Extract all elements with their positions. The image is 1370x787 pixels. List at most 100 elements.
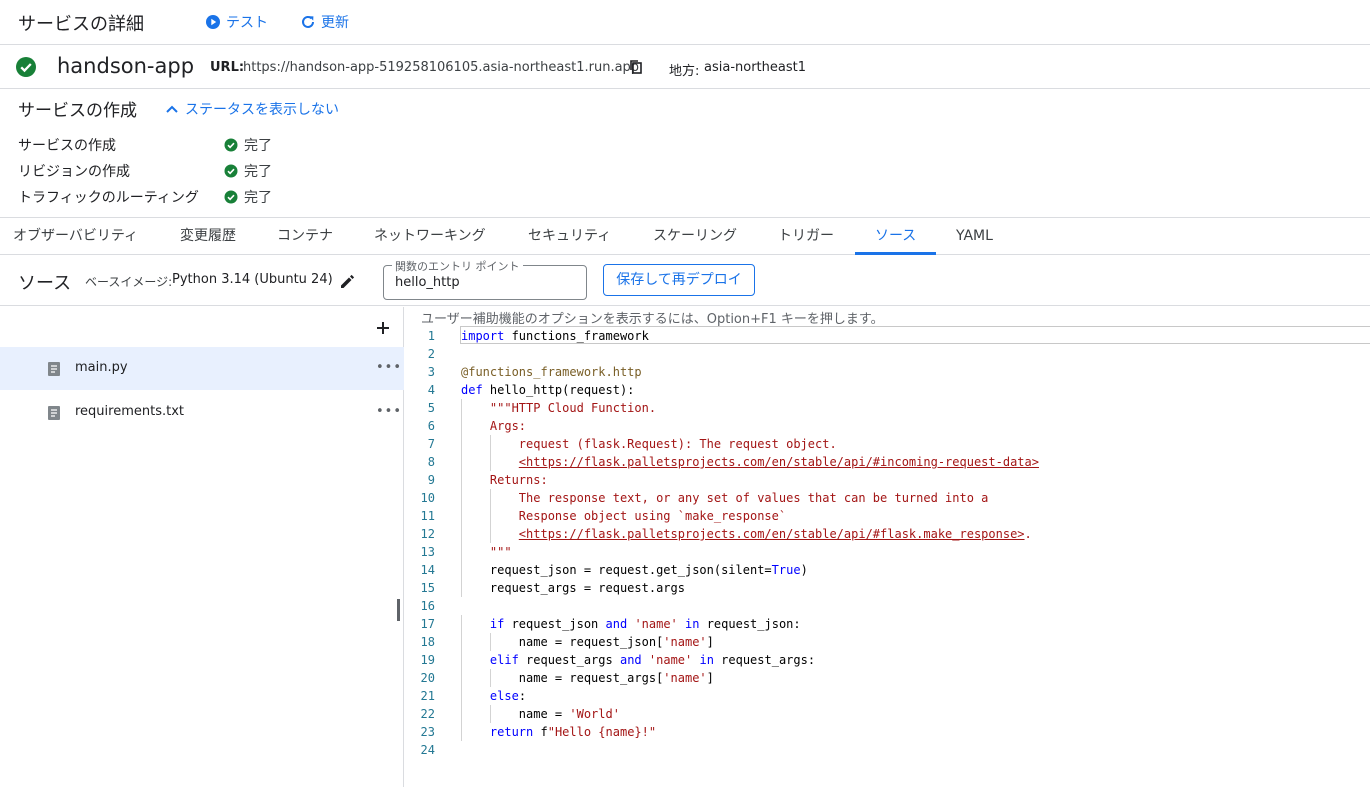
code-line[interactable]: 9 Returns:	[405, 471, 1370, 489]
pencil-icon[interactable]	[339, 273, 356, 290]
more-horiz-icon[interactable]: •••	[376, 360, 402, 375]
code-line[interactable]: 19 elif request_args and 'name' in reque…	[405, 651, 1370, 669]
code-editor[interactable]: ユーザー補助機能のオプションを表示するには、Option+F1 キーを押します。…	[405, 307, 1370, 787]
active-tab-indicator	[855, 252, 936, 255]
code-line[interactable]: 14 request_json = request.get_json(silen…	[405, 561, 1370, 579]
check-circle-icon	[224, 190, 238, 204]
line-number: 10	[420, 491, 435, 505]
file-explorer: main.py ••• requirements.txt •••	[0, 307, 404, 787]
code-text: Response object using `make_response`	[461, 509, 787, 523]
code-lines[interactable]: 1 import functions_framework 2 3 @functions_…	[405, 327, 1370, 759]
code-text: @functions_framework.http	[461, 365, 642, 379]
check-circle-icon	[16, 57, 36, 77]
line-number: 6	[427, 419, 435, 433]
play-circle-icon	[206, 15, 220, 29]
code-line[interactable]: 8 <https://flask.palletsprojects.com/en/…	[405, 453, 1370, 471]
file-icon	[48, 362, 60, 376]
code-line[interactable]: 23 return f"Hello {name}!"	[405, 723, 1370, 741]
code-line[interactable]: 7 request (flask.Request): The request o…	[405, 435, 1370, 453]
code-text: request_json = request.get_json(silent=T…	[461, 563, 808, 577]
tab-source[interactable]: ソース	[875, 218, 916, 255]
tab-containers[interactable]: コンテナ	[277, 218, 333, 255]
hide-status-toggle[interactable]: ステータスを表示しない	[165, 99, 339, 119]
code-line[interactable]: 18 name = request_json['name']	[405, 633, 1370, 651]
code-line[interactable]: 15 request_args = request.args	[405, 579, 1370, 597]
file-item[interactable]: main.py •••	[0, 347, 404, 390]
code-line[interactable]: 2	[405, 345, 1370, 363]
step-status: 完了	[224, 135, 272, 155]
code-text: <https://flask.palletsprojects.com/en/st…	[518, 455, 1039, 469]
entry-point-field[interactable]: 関数のエントリ ポイント	[383, 258, 587, 300]
code-line[interactable]: 11 Response object using `make_response`	[405, 507, 1370, 525]
refresh-icon	[302, 15, 314, 28]
line-number: 11	[420, 509, 435, 523]
tab-yaml[interactable]: YAML	[956, 218, 993, 255]
region-label: 地方:	[669, 64, 700, 79]
tab-scaling[interactable]: スケーリング	[653, 218, 737, 255]
line-number: 22	[420, 707, 435, 721]
code-line[interactable]: 16	[405, 597, 1370, 615]
plus-icon[interactable]	[375, 320, 391, 336]
step-status-label: 完了	[244, 190, 272, 206]
line-number: 20	[420, 671, 435, 685]
code-line[interactable]: 6 Args:	[405, 417, 1370, 435]
line-number: 19	[420, 653, 435, 667]
code-line[interactable]: 13 """	[405, 543, 1370, 561]
more-horiz-icon[interactable]: •••	[376, 404, 402, 419]
code-line[interactable]: 24	[405, 741, 1370, 759]
code-text: Args:	[461, 419, 527, 433]
line-number: 13	[420, 545, 435, 559]
tab-observability[interactable]: オブザーバビリティ	[13, 218, 138, 255]
code-text: name = request_json['name']	[461, 635, 714, 649]
line-number: 23	[420, 725, 435, 739]
check-circle-icon	[224, 138, 238, 152]
code-line[interactable]: 21 else:	[405, 687, 1370, 705]
url-label: URL:	[210, 60, 245, 75]
code-line[interactable]: 10 The response text, or any set of valu…	[405, 489, 1370, 507]
creation-title: サービスの作成	[18, 101, 137, 121]
step-status-label: 完了	[244, 164, 272, 180]
entry-point-input[interactable]	[395, 275, 575, 290]
step-label: サービスの作成	[18, 138, 116, 154]
accessibility-hint: ユーザー補助機能のオプションを表示するには、Option+F1 キーを押します。	[421, 312, 884, 327]
copy-icon[interactable]	[628, 59, 644, 75]
save-redeploy-button[interactable]: 保存して再デプロイ	[603, 264, 755, 296]
code-text: if request_json and 'name' in request_js…	[489, 617, 801, 631]
code-line[interactable]: 5 """HTTP Cloud Function.	[405, 399, 1370, 417]
code-line[interactable]: 20 name = request_args['name']	[405, 669, 1370, 687]
service-url[interactable]: https://handson-app-519258106105.asia-no…	[243, 60, 639, 75]
tab-security[interactable]: セキュリティ	[528, 218, 611, 255]
file-name: main.py	[75, 360, 128, 375]
base-image-label: ベースイメージ:	[85, 275, 173, 289]
file-icon	[48, 406, 60, 420]
test-button-label: テスト	[226, 15, 268, 31]
code-text: else:	[489, 689, 527, 703]
code-line[interactable]: 12 <https://flask.palletsprojects.com/en…	[405, 525, 1370, 543]
source-title: ソース	[18, 273, 72, 294]
refresh-button[interactable]: 更新	[300, 12, 349, 32]
code-line[interactable]: 3 @functions_framework.http	[405, 363, 1370, 381]
code-line[interactable]: 1 import functions_framework	[405, 327, 1370, 345]
tab-networking[interactable]: ネットワーキング	[374, 218, 486, 255]
tab-bar: オブザーバビリティ 変更履歴 コンテナ ネットワーキング セキュリティ スケーリ…	[0, 217, 1370, 255]
code-text: request (flask.Request): The request obj…	[461, 437, 837, 451]
page-title: サービスの詳細	[18, 14, 144, 35]
base-image-value: Python 3.14 (Ubuntu 24)	[172, 272, 333, 287]
code-text: """	[461, 545, 512, 559]
step-status: 完了	[224, 161, 272, 181]
line-number: 2	[427, 347, 435, 361]
file-item[interactable]: requirements.txt •••	[0, 391, 404, 434]
code-text: return f"Hello {name}!"	[489, 725, 657, 739]
code-text: request_args = request.args	[461, 581, 685, 595]
test-button[interactable]: テスト	[205, 12, 268, 32]
line-number: 18	[420, 635, 435, 649]
tab-triggers[interactable]: トリガー	[778, 218, 834, 255]
code-line[interactable]: 17 if request_json and 'name' in request…	[405, 615, 1370, 633]
code-text: import functions_framework	[461, 329, 649, 343]
pane-resize-handle[interactable]	[397, 599, 400, 621]
code-line[interactable]: 4 def hello_http(request):	[405, 381, 1370, 399]
tab-revisions[interactable]: 変更履歴	[180, 218, 236, 255]
code-line[interactable]: 22 name = 'World'	[405, 705, 1370, 723]
line-number: 12	[420, 527, 435, 541]
line-number: 5	[427, 401, 435, 415]
